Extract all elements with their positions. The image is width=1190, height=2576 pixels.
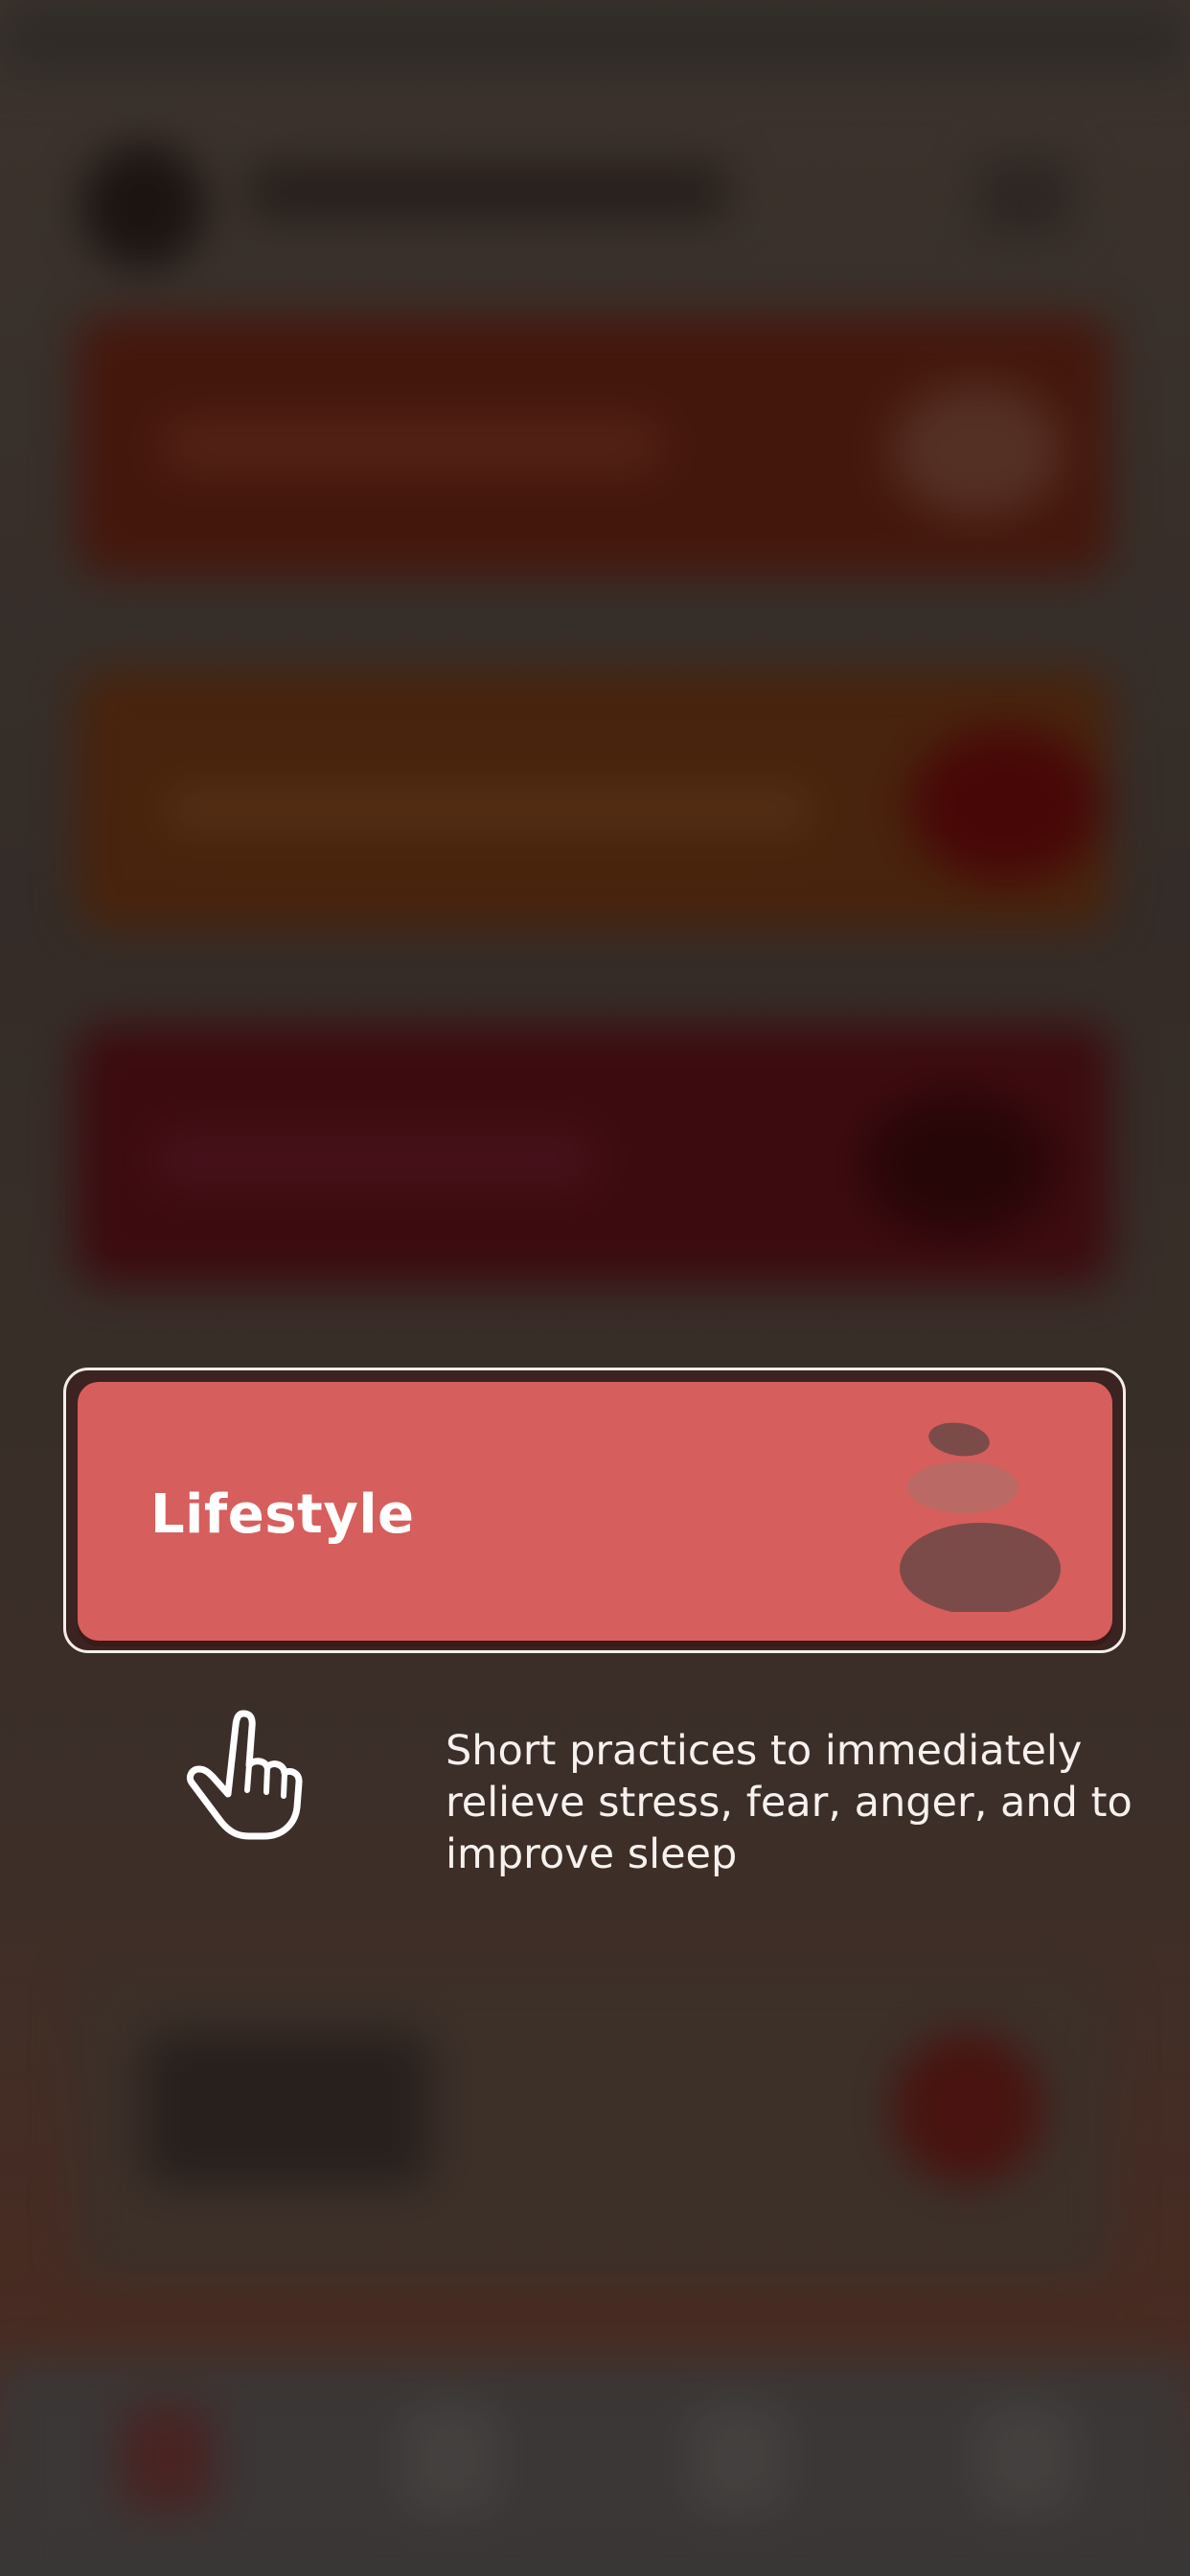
lifestyle-card-title: Lifestyle <box>150 1484 415 1546</box>
dim-overlay[interactable] <box>0 0 1190 2576</box>
hint-description: Short practices to immediately relieve s… <box>446 1727 1133 1878</box>
pointing-hand-icon <box>186 1710 303 1840</box>
onboarding-screen: Lifestyle Short practices to immediately… <box>0 0 1190 2576</box>
lifestyle-card[interactable]: Lifestyle <box>78 1382 1112 1641</box>
stacked-stones-icon <box>900 1422 1061 1612</box>
